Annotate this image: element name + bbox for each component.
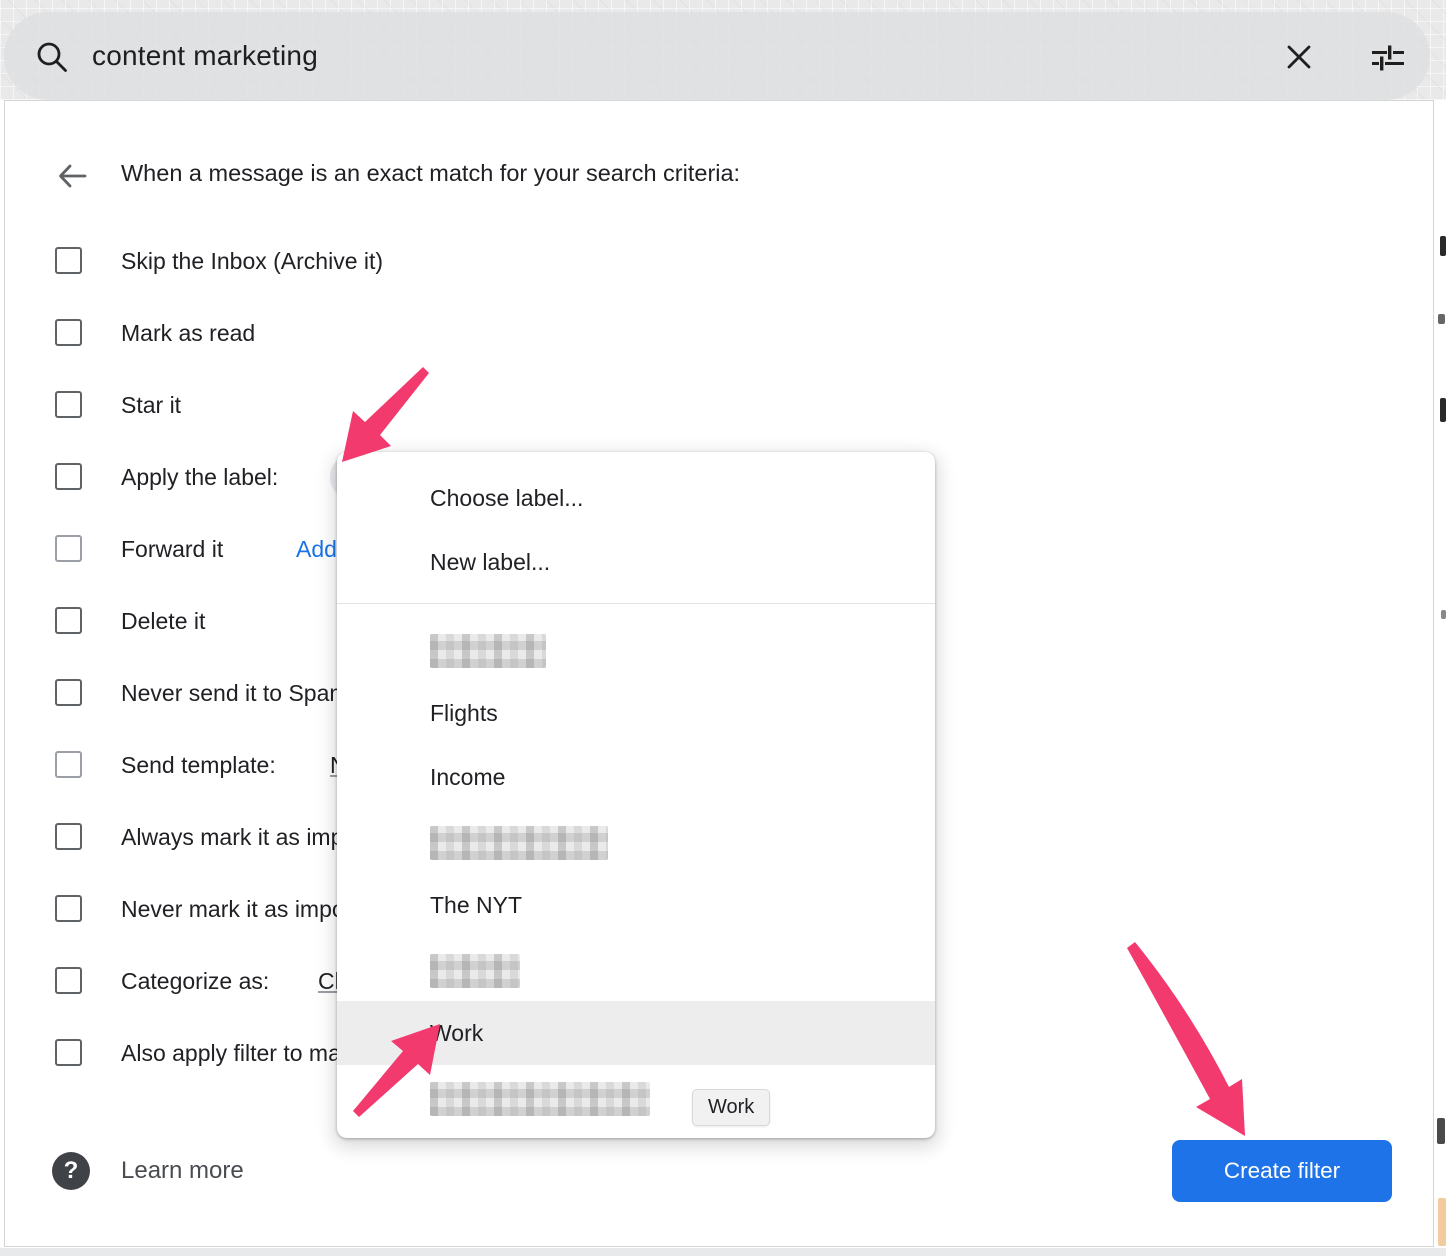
menu-item-redacted-1[interactable]: [337, 617, 935, 681]
filter-row-star-it: Star it: [0, 378, 1430, 432]
checkbox-always-important[interactable]: [55, 823, 82, 850]
menu-item-income[interactable]: Income: [337, 745, 935, 809]
page-fragment: [1438, 314, 1445, 324]
checkbox-skip-inbox[interactable]: [55, 247, 82, 274]
page-fragment: [1441, 610, 1446, 619]
checkbox-also-apply[interactable]: [55, 1039, 82, 1066]
redacted-label: [430, 954, 520, 988]
search-input[interactable]: content marketing: [92, 12, 318, 100]
page-fragment-highlight: [1438, 1198, 1446, 1246]
checkbox-star-it[interactable]: [55, 391, 82, 418]
redacted-label: [430, 826, 608, 860]
checkbox-never-important[interactable]: [55, 895, 82, 922]
menu-item-work[interactable]: Work: [337, 1001, 935, 1065]
menu-item-flights[interactable]: Flights: [337, 681, 935, 745]
redacted-label: [430, 1082, 650, 1116]
filter-row-mark-read: Mark as read: [0, 306, 1430, 360]
filter-label: Delete it: [121, 594, 205, 648]
filter-label: Never send it to Spam: [121, 666, 349, 720]
checkbox-mark-read[interactable]: [55, 319, 82, 346]
menu-item-redacted-4[interactable]: [337, 1065, 935, 1129]
back-arrow-icon[interactable]: [54, 158, 90, 199]
filter-label: Categorize as:: [121, 954, 269, 1008]
menu-item-redacted-2[interactable]: [337, 809, 935, 873]
search-options-icon[interactable]: [1368, 38, 1408, 83]
clear-search-icon[interactable]: [1282, 40, 1316, 79]
checkbox-delete-it[interactable]: [55, 607, 82, 634]
menu-item-redacted-3[interactable]: [337, 937, 935, 1001]
menu-divider: [337, 603, 935, 604]
page-bottom-edge: [0, 1248, 1446, 1256]
checkbox-forward-it[interactable]: [55, 535, 82, 562]
filter-label: Apply the label:: [121, 450, 278, 504]
checkbox-send-template[interactable]: [55, 751, 82, 778]
redacted-label: [430, 634, 546, 668]
filter-label: Send template:: [121, 738, 276, 792]
page-fragment: [1440, 398, 1446, 422]
checkbox-apply-label[interactable]: [55, 463, 82, 490]
menu-item-new-label[interactable]: New label...: [337, 530, 935, 594]
underlying-page-sliver: [1434, 100, 1446, 1248]
panel-title: When a message is an exact match for you…: [121, 160, 740, 187]
filter-row-skip-inbox: Skip the Inbox (Archive it): [0, 234, 1430, 288]
create-filter-button[interactable]: Create filter: [1172, 1140, 1392, 1202]
page-fragment: [1440, 236, 1446, 256]
filter-label: Mark as read: [121, 306, 255, 360]
label-dropdown-menu: Choose label... New label... Flights Inc…: [337, 452, 935, 1138]
filter-label: Star it: [121, 378, 181, 432]
help-question-icon[interactable]: ?: [52, 1152, 90, 1190]
search-bar[interactable]: content marketing: [4, 12, 1430, 100]
checkbox-never-spam[interactable]: [55, 679, 82, 706]
menu-item-the-nyt[interactable]: The NYT: [337, 873, 935, 937]
search-icon[interactable]: [34, 39, 70, 80]
search-header-background: content marketing: [0, 0, 1446, 100]
learn-more-link[interactable]: Learn more: [121, 1152, 244, 1190]
filter-label: Forward it: [121, 522, 223, 576]
menu-item-choose-label[interactable]: Choose label...: [337, 466, 935, 530]
checkbox-categorize[interactable]: [55, 967, 82, 994]
filter-label: Skip the Inbox (Archive it): [121, 234, 383, 288]
work-tooltip: Work: [692, 1089, 770, 1126]
page-fragment: [1437, 1118, 1445, 1144]
